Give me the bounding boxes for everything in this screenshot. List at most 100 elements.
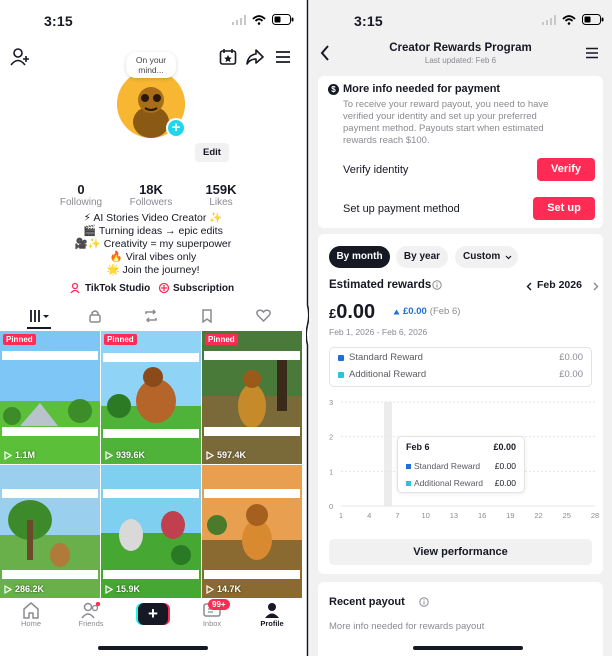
stat-following[interactable]: 0 Following xyxy=(55,182,107,208)
pinned-badge: Pinned xyxy=(3,334,36,345)
tooltip-value: £0.00 xyxy=(494,478,516,488)
nav-profile[interactable]: Profile xyxy=(257,602,287,628)
note-bubble[interactable]: On your mind... xyxy=(126,52,176,78)
video-tile[interactable]: 286.2K xyxy=(0,465,100,598)
play-icon xyxy=(4,450,12,460)
tiktok-studio-link[interactable]: TikTok Studio xyxy=(70,282,150,294)
view-performance-button[interactable]: View performance xyxy=(329,539,592,565)
custom-label: Custom xyxy=(463,251,501,262)
battery-icon xyxy=(272,14,294,25)
info-icon[interactable] xyxy=(432,280,442,290)
bottom-nav: Home Friends + Inbox 99+ Profile xyxy=(0,598,306,656)
edit-button[interactable]: Edit xyxy=(195,143,229,162)
view-count: 14.7K xyxy=(206,584,241,594)
payment-method-label: Set up payment method xyxy=(343,203,460,215)
date-range: Feb 1, 2026 - Feb 6, 2026 xyxy=(329,327,428,337)
stat-label: Following xyxy=(59,197,103,208)
video-tile[interactable]: 14.7K xyxy=(202,465,302,598)
nav-friends[interactable]: Friends xyxy=(76,602,106,628)
video-tile[interactable]: 15.9K xyxy=(101,465,201,598)
play-icon xyxy=(206,584,214,594)
recent-payout-card: Recent payout More info needed for rewar… xyxy=(318,582,603,656)
reward-legend: Standard Reward £0.00 Additional Reward … xyxy=(329,347,592,387)
rewards-card: By month By year Custom Estimated reward… xyxy=(318,234,603,574)
info-icon[interactable] xyxy=(419,597,429,607)
bio-line: ⚡ AI Stories Video Creator ✨ xyxy=(83,212,223,224)
liked-heart-icon[interactable] xyxy=(256,309,271,322)
nav-home[interactable]: Home xyxy=(16,602,46,628)
subscription-label: Subscription xyxy=(173,282,235,294)
calendar-star-icon[interactable] xyxy=(219,48,237,66)
bio-line: 🔥 Viral vibes only xyxy=(109,251,197,263)
content-tabs xyxy=(0,305,306,329)
info-body: To receive your reward payout, you need … xyxy=(343,99,549,146)
add-friend-icon[interactable] xyxy=(10,48,30,66)
rewards-delta: £0.00 (Feb 6) xyxy=(393,306,460,317)
stat-followers[interactable]: 18K Followers xyxy=(125,182,177,208)
setup-button[interactable]: Set up xyxy=(533,197,595,220)
chevron-down-icon xyxy=(505,255,512,260)
menu-icon[interactable] xyxy=(275,50,291,64)
stat-value: 159K xyxy=(205,182,237,197)
tooltip-value: £0.00 xyxy=(494,461,516,471)
y-tick-label: 0 xyxy=(329,502,333,511)
verify-identity-label: Verify identity xyxy=(343,164,409,176)
active-tab-indicator xyxy=(27,327,51,329)
payout-title: Recent payout xyxy=(329,596,405,608)
currency-symbol: £ xyxy=(329,306,337,321)
by-year-tab[interactable]: By year xyxy=(396,246,448,268)
video-tile[interactable]: Pinned 939.6K xyxy=(101,331,201,464)
y-tick-label: 2 xyxy=(329,433,333,442)
tooltip-date: Feb 6 xyxy=(406,442,430,452)
lock-icon[interactable] xyxy=(89,309,101,323)
nav-label: Friends xyxy=(78,619,104,628)
share-icon[interactable] xyxy=(246,48,264,66)
signal-icon xyxy=(542,14,556,25)
videos-grid-icon[interactable] xyxy=(29,309,51,323)
create-button[interactable]: + xyxy=(136,603,170,625)
studio-label: TikTok Studio xyxy=(85,282,151,294)
plus-icon: + xyxy=(138,603,168,625)
home-indicator xyxy=(413,646,523,650)
status-icons xyxy=(232,14,294,25)
friends-icon xyxy=(81,602,101,619)
x-tick-label: 22 xyxy=(534,511,542,520)
payment-info-card: $ More info needed for payment To receiv… xyxy=(318,76,603,228)
view-count: 286.2K xyxy=(4,584,44,594)
pinned-badge: Pinned xyxy=(104,334,137,345)
menu-icon[interactable] xyxy=(585,47,599,59)
by-month-tab[interactable]: By month xyxy=(329,246,390,268)
subscription-icon xyxy=(158,282,170,294)
x-tick-label: 16 xyxy=(478,511,486,520)
home-indicator xyxy=(98,646,208,650)
bio-line: 🎥✨ Creativity = my superpower xyxy=(74,238,232,250)
verify-button[interactable]: Verify xyxy=(537,158,595,181)
status-icons xyxy=(542,14,604,25)
video-tile[interactable]: Pinned 597.4K xyxy=(202,331,302,464)
stat-likes[interactable]: 159K Likes xyxy=(195,182,247,208)
prev-month-icon[interactable] xyxy=(526,282,532,291)
view-count: 15.9K xyxy=(105,584,140,594)
repost-icon[interactable] xyxy=(143,309,159,323)
x-tick-label: 1 xyxy=(339,511,343,520)
bio-line: 🌟 Join the journey! xyxy=(106,264,200,276)
subscription-link[interactable]: Subscription xyxy=(158,282,234,294)
signal-icon xyxy=(232,14,246,25)
custom-dropdown[interactable]: Custom xyxy=(455,246,518,268)
next-month-icon[interactable] xyxy=(593,282,599,291)
video-tile[interactable]: Pinned 1.1M xyxy=(0,331,100,464)
last-updated: Last updated: Feb 6 xyxy=(424,56,497,65)
add-story-icon[interactable]: + xyxy=(166,118,186,138)
bookmark-icon[interactable] xyxy=(201,309,213,323)
status-time: 3:15 xyxy=(354,13,383,29)
back-icon[interactable] xyxy=(320,45,330,61)
x-tick-label: 25 xyxy=(563,511,571,520)
nav-label: Inbox xyxy=(202,619,222,628)
views-text: 286.2K xyxy=(15,584,45,594)
delta-value: £0.00 xyxy=(403,306,427,317)
views-text: 14.7K xyxy=(217,584,242,594)
tooltip-swatch-additional xyxy=(406,481,411,486)
x-tick-label: 4 xyxy=(367,511,371,520)
rewards-amount: £ 0.00 xyxy=(329,301,375,324)
profile-icon xyxy=(265,603,279,618)
